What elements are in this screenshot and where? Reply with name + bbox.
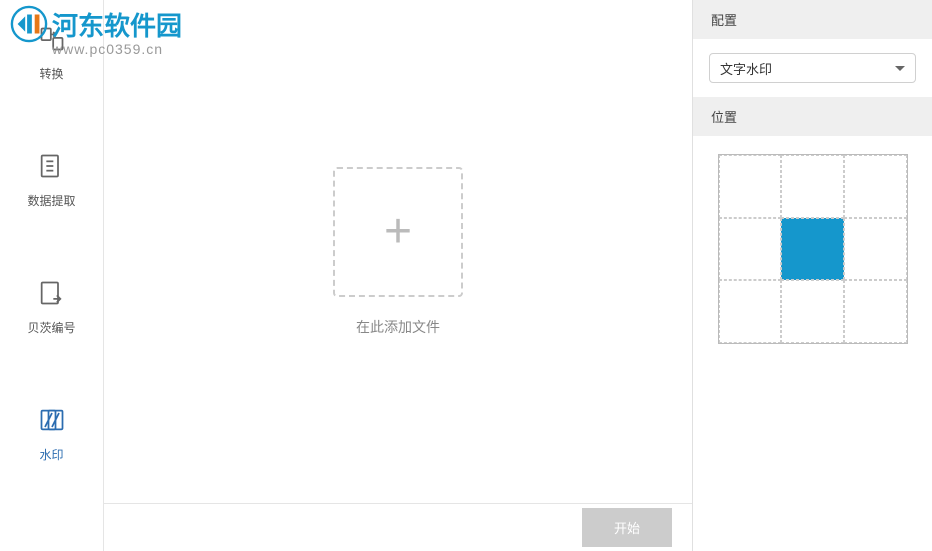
sidebar-item-label: 贝茨编号 bbox=[27, 319, 75, 336]
convert-icon bbox=[38, 25, 66, 53]
extract-icon bbox=[37, 152, 65, 180]
sidebar-item-watermark[interactable]: 水印 bbox=[38, 406, 66, 463]
config-section-body: 文字水印 bbox=[693, 39, 932, 97]
drop-zone-text: 在此添加文件 bbox=[356, 317, 440, 337]
chevron-down-icon bbox=[895, 66, 905, 71]
position-cell-top-right[interactable] bbox=[844, 155, 907, 218]
bottom-bar: 开始 bbox=[104, 503, 692, 551]
bates-icon bbox=[37, 279, 65, 307]
start-button[interactable]: 开始 bbox=[582, 508, 672, 547]
sidebar-item-extract[interactable]: 数据提取 bbox=[27, 152, 75, 209]
watermark-type-dropdown[interactable]: 文字水印 bbox=[709, 53, 916, 83]
app-container: 转换 数据提取 贝茨编号 bbox=[0, 0, 932, 551]
position-cell-top-left[interactable] bbox=[719, 155, 782, 218]
main-content: + 在此添加文件 开始 bbox=[104, 0, 692, 551]
plus-icon: + bbox=[384, 204, 412, 259]
sidebar-item-convert[interactable]: 转换 bbox=[38, 25, 66, 82]
position-cell-bottom-right[interactable] bbox=[844, 280, 907, 343]
position-cell-middle-center[interactable] bbox=[781, 218, 844, 281]
dropdown-selected-text: 文字水印 bbox=[720, 59, 772, 78]
sidebar-item-label: 数据提取 bbox=[27, 192, 75, 209]
position-cell-top-center[interactable] bbox=[781, 155, 844, 218]
position-cell-middle-left[interactable] bbox=[719, 218, 782, 281]
position-cell-bottom-center[interactable] bbox=[781, 280, 844, 343]
position-cell-middle-right[interactable] bbox=[844, 218, 907, 281]
add-file-box[interactable]: + bbox=[333, 167, 463, 297]
sidebar-item-label: 水印 bbox=[39, 446, 63, 463]
sidebar-item-bates[interactable]: 贝茨编号 bbox=[27, 279, 75, 336]
watermark-icon bbox=[38, 406, 66, 434]
sidebar: 转换 数据提取 贝茨编号 bbox=[0, 0, 104, 551]
position-section-header: 位置 bbox=[693, 97, 932, 136]
right-panel: 配置 文字水印 位置 bbox=[692, 0, 932, 551]
config-section-header: 配置 bbox=[693, 0, 932, 39]
position-cell-bottom-left[interactable] bbox=[719, 280, 782, 343]
position-section-body bbox=[693, 136, 932, 551]
position-grid bbox=[718, 154, 908, 344]
sidebar-item-label: 转换 bbox=[39, 65, 63, 82]
drop-zone[interactable]: + 在此添加文件 bbox=[104, 0, 692, 503]
